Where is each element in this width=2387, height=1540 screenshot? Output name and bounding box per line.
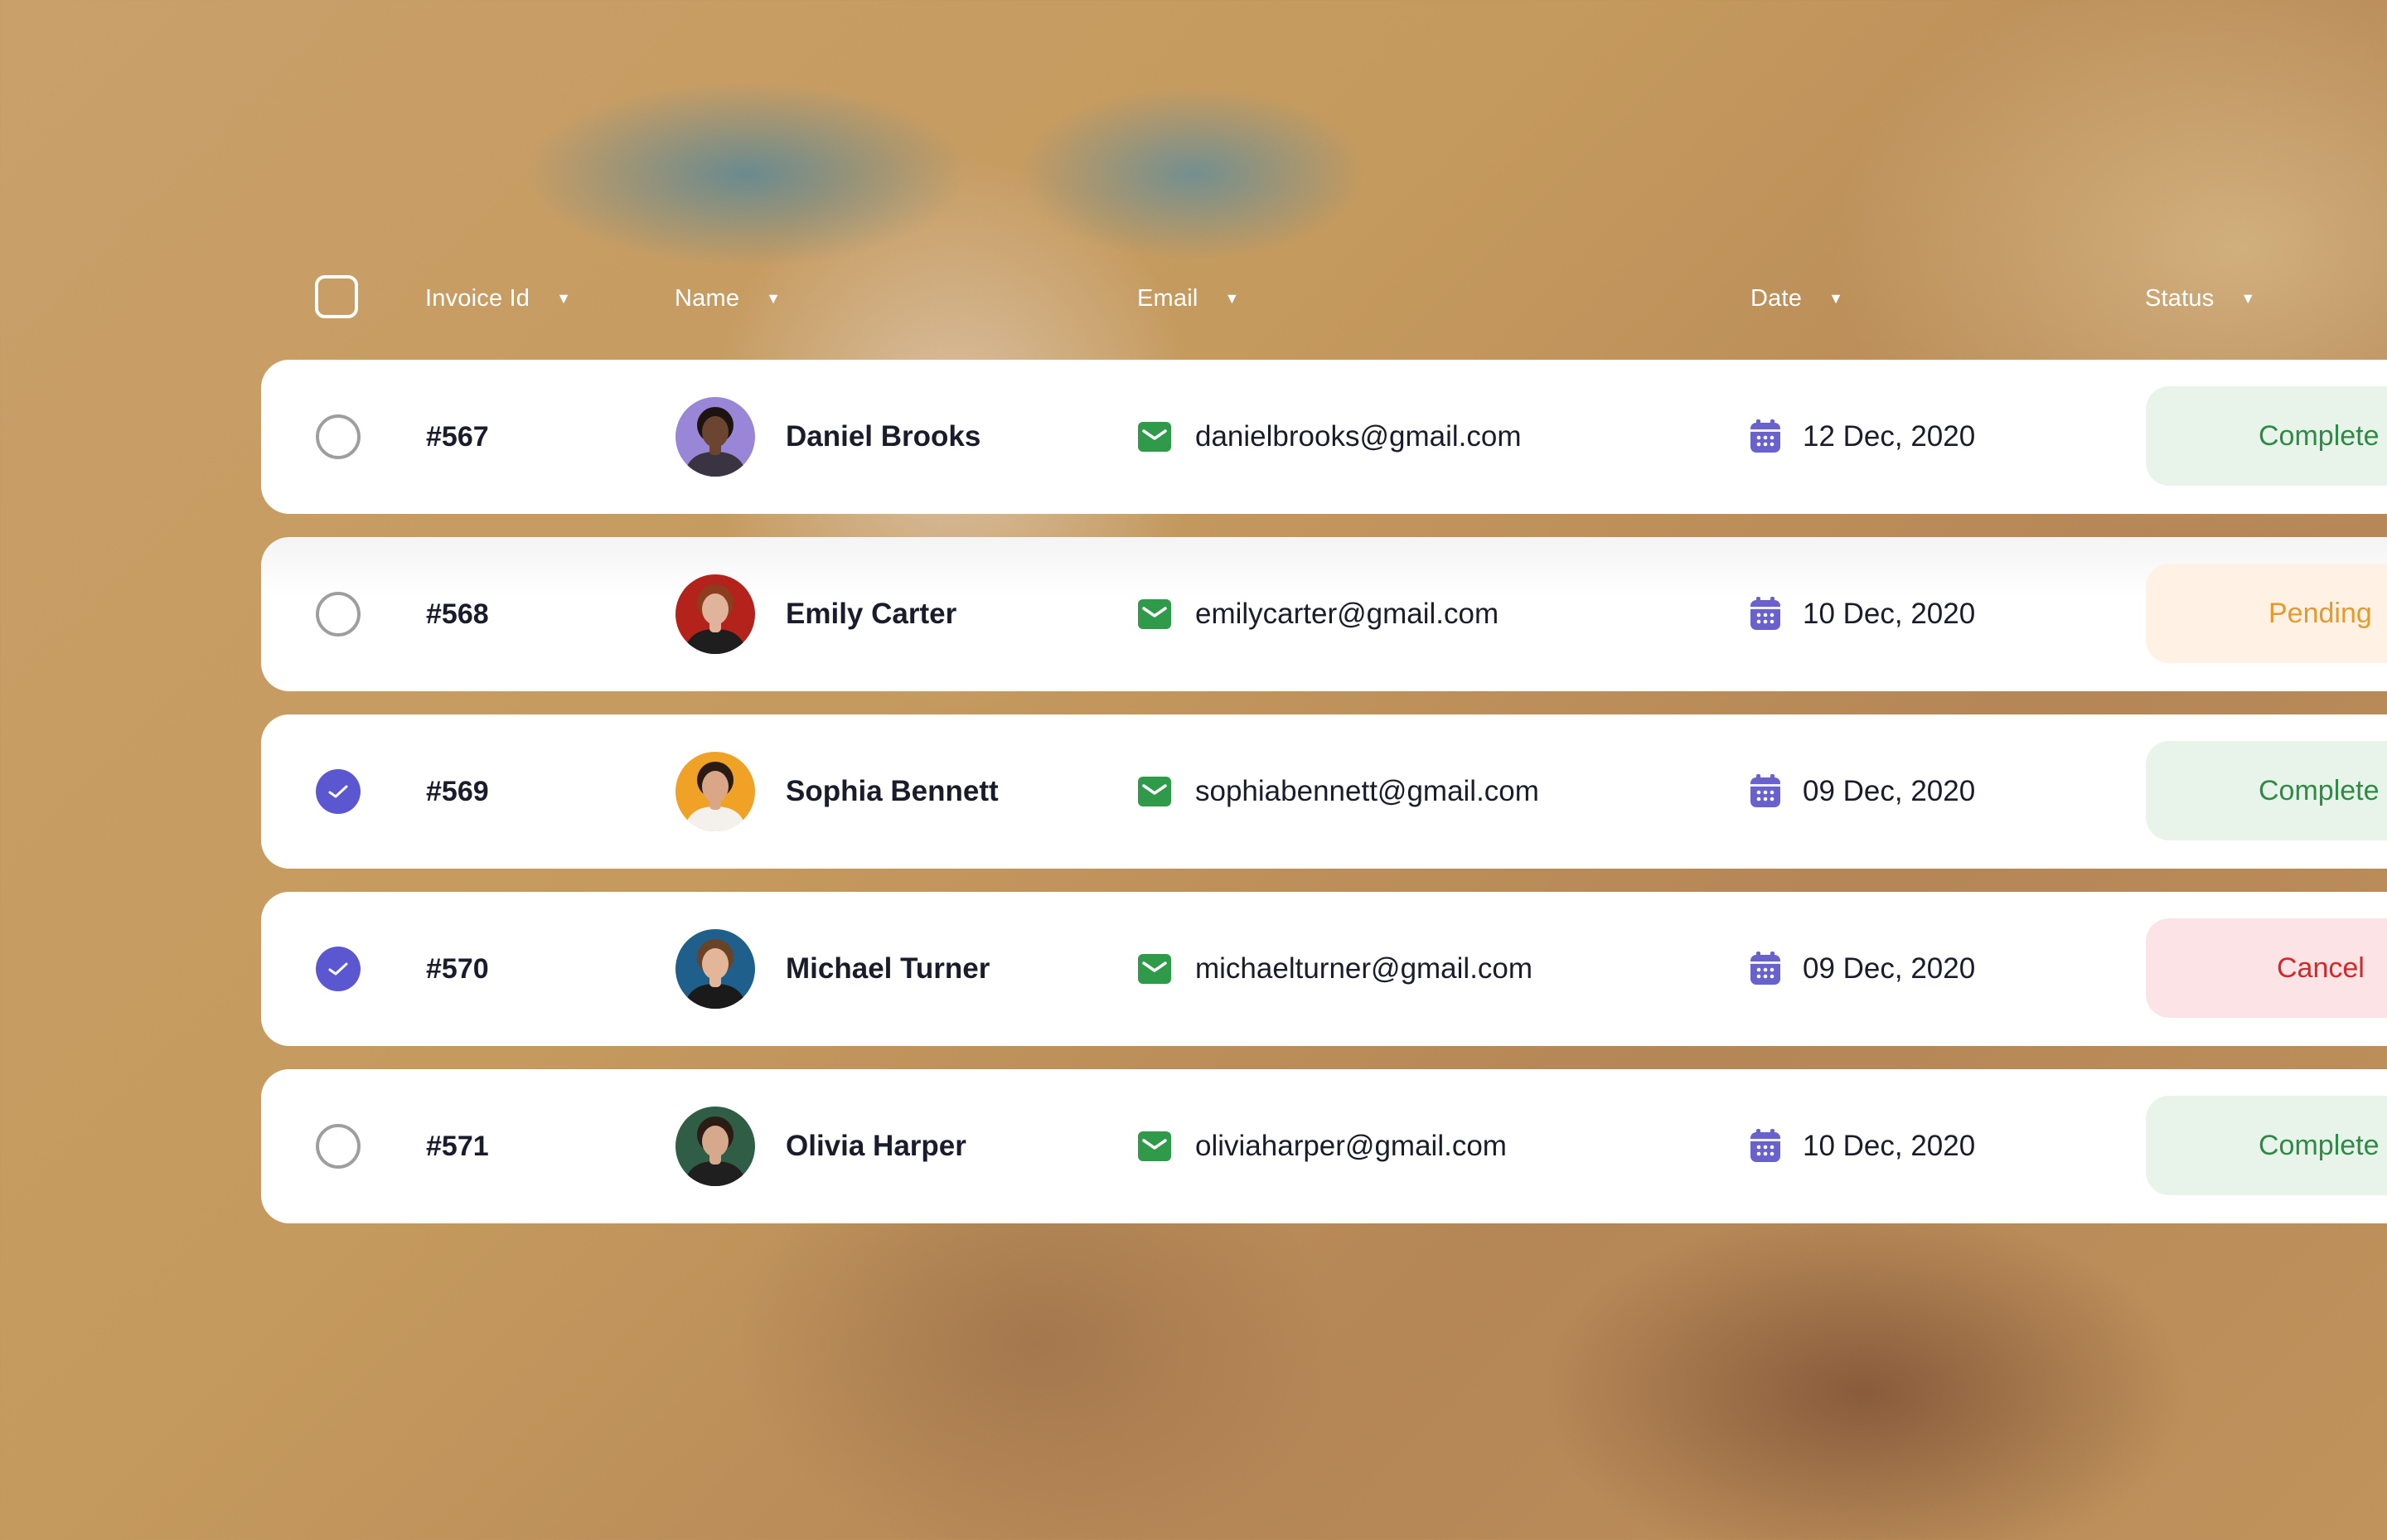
mail-icon — [1138, 422, 1171, 452]
avatar — [675, 929, 755, 1009]
sort-invoice-id[interactable]: Invoice Id ▼ — [425, 265, 571, 332]
caret-down-icon[interactable]: ▼ — [766, 290, 781, 308]
status-badge: Complete — [2146, 741, 2387, 840]
calendar-icon — [1750, 952, 1780, 985]
invoice-date: 09 Dec, 2020 — [1803, 775, 1976, 807]
customer-email[interactable]: danielbrooks@gmail.com — [1195, 360, 1521, 514]
status-badge: Pending — [2146, 564, 2387, 663]
customer-name: Emily Carter — [786, 598, 957, 630]
invoice-table: #567 Daniel Brooks danielbrooks@gmail.co… — [261, 360, 2387, 1247]
sort-date[interactable]: Date ▼ — [1750, 265, 1843, 332]
table-row[interactable]: #570 Michael Turner michaelturner@gmail.… — [261, 892, 2387, 1046]
row-checkbox[interactable] — [316, 947, 361, 991]
customer-name: Michael Turner — [786, 952, 990, 985]
customer-name: Sophia Bennett — [786, 775, 999, 807]
row-checkbox[interactable] — [316, 414, 361, 459]
invoice-id: #568 — [426, 598, 489, 630]
customer-email[interactable]: michaelturner@gmail.com — [1195, 892, 1532, 1046]
customer-email[interactable]: oliviaharper@gmail.com — [1195, 1069, 1507, 1223]
avatar — [675, 1107, 755, 1186]
calendar-icon — [1750, 774, 1780, 807]
row-checkbox[interactable] — [316, 592, 361, 637]
select-all-checkbox[interactable] — [315, 275, 358, 318]
table-row[interactable]: #569 Sophia Bennett sophiabennett@gmail.… — [261, 714, 2387, 869]
mail-icon — [1138, 1131, 1171, 1161]
invoice-id: #571 — [426, 1130, 489, 1162]
invoice-id: #570 — [426, 952, 489, 985]
avatar — [675, 752, 755, 831]
customer-name: Daniel Brooks — [786, 420, 981, 453]
status-badge: Cancel — [2146, 918, 2387, 1018]
caret-down-icon[interactable]: ▼ — [556, 290, 571, 308]
sort-email[interactable]: Email ▼ — [1137, 265, 1240, 332]
caret-down-icon[interactable]: ▼ — [1225, 290, 1240, 308]
header-invoice-id: Invoice Id — [425, 284, 530, 312]
invoice-date: 10 Dec, 2020 — [1803, 1130, 1976, 1162]
invoice-id: #567 — [426, 420, 489, 453]
row-checkbox[interactable] — [316, 1124, 361, 1169]
table-header: Invoice Id ▼ Name ▼ Email ▼ Date ▼ Statu… — [0, 265, 2387, 332]
invoice-date: 09 Dec, 2020 — [1803, 952, 1976, 985]
table-row[interactable]: #568 Emily Carter emilycarter@gmail.com — [261, 537, 2387, 691]
customer-name: Olivia Harper — [786, 1130, 966, 1162]
mail-icon — [1138, 599, 1171, 629]
table-row[interactable]: #567 Daniel Brooks danielbrooks@gmail.co… — [261, 360, 2387, 514]
header-email: Email — [1137, 284, 1198, 312]
header-name: Name — [675, 284, 740, 312]
status-badge: Complete — [2146, 1096, 2387, 1195]
row-checkbox[interactable] — [316, 769, 361, 814]
header-date: Date — [1750, 284, 1803, 312]
table-row[interactable]: #571 Olivia Harper oliviaharper@gmail.co… — [261, 1069, 2387, 1223]
customer-email[interactable]: sophiabennett@gmail.com — [1195, 714, 1539, 869]
customer-email[interactable]: emilycarter@gmail.com — [1195, 537, 1499, 691]
calendar-icon — [1750, 1129, 1780, 1162]
mail-icon — [1138, 954, 1171, 984]
sort-name[interactable]: Name ▼ — [675, 265, 781, 332]
calendar-icon — [1750, 597, 1780, 630]
header-status: Status — [2145, 284, 2215, 312]
caret-down-icon[interactable]: ▼ — [1828, 290, 1843, 308]
mail-icon — [1138, 777, 1171, 806]
checkmark-icon — [328, 962, 348, 976]
calendar-icon — [1750, 419, 1780, 453]
invoice-date: 12 Dec, 2020 — [1803, 420, 1976, 453]
invoice-date: 10 Dec, 2020 — [1803, 598, 1976, 630]
avatar — [675, 574, 755, 654]
checkmark-icon — [328, 785, 348, 798]
avatar — [675, 397, 755, 477]
caret-down-icon[interactable]: ▼ — [2240, 290, 2255, 308]
invoice-id: #569 — [426, 775, 489, 807]
status-badge: Complete — [2146, 386, 2387, 486]
sort-status[interactable]: Status ▼ — [2145, 265, 2255, 332]
